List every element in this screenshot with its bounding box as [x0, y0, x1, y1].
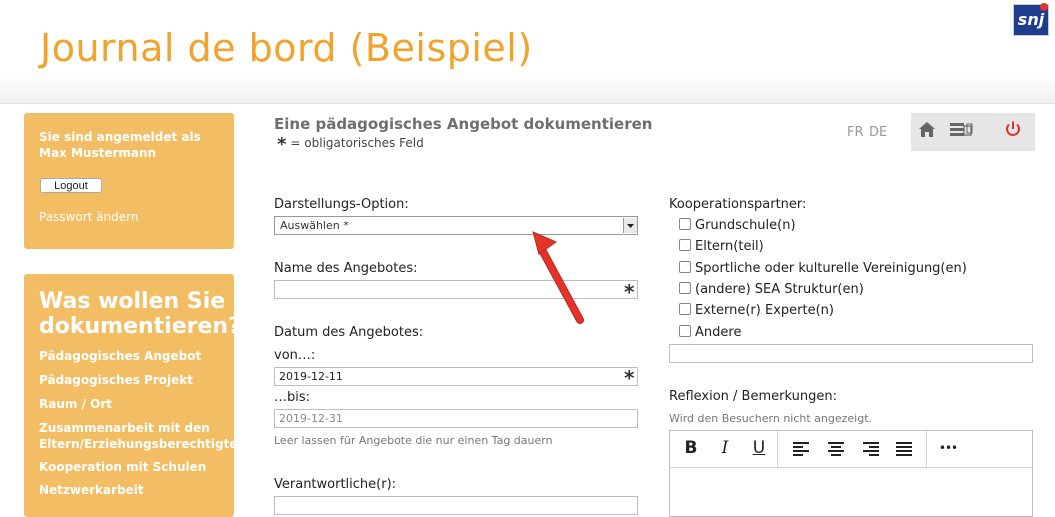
- annotation-arrow-icon: [532, 231, 584, 324]
- menu-item-angebot[interactable]: Pädagogisches Angebot: [39, 349, 234, 364]
- menu-item-eltern[interactable]: Zusammenarbeit mit den Eltern/Erziehungs…: [39, 420, 246, 452]
- cooperation-option[interactable]: Sportliche oder kulturelle Vereinigung(e…: [679, 261, 967, 276]
- checkbox[interactable]: [679, 261, 691, 273]
- select-arrow-icon[interactable]: [623, 218, 637, 233]
- checkbox[interactable]: [679, 239, 691, 251]
- checkbox[interactable]: [679, 325, 691, 337]
- date-to-input[interactable]: 2019-12-31: [274, 409, 638, 428]
- menu-title: Was wollen Sie dokumentieren?: [39, 289, 241, 339]
- checkbox[interactable]: [679, 303, 691, 315]
- login-status: Sie sind angemeldet als Max Mustermann: [39, 130, 201, 160]
- cooperation-option[interactable]: (andere) SEA Struktur(en): [679, 282, 864, 297]
- cooperation-option[interactable]: Externe(r) Experte(n): [679, 303, 834, 318]
- cooperation-label: Kooperationspartner:: [669, 197, 807, 212]
- required-note-text: = obligatorisches Feld: [290, 136, 424, 150]
- align-center-icon[interactable]: [827, 441, 845, 456]
- align-left-icon[interactable]: [793, 441, 811, 456]
- option-label: Andere: [695, 325, 742, 340]
- underline-button[interactable]: U: [749, 438, 769, 458]
- option-label: (andere) SEA Struktur(en): [695, 282, 864, 297]
- date-hint: Leer lassen für Angebote die nur einen T…: [274, 434, 553, 447]
- date-from-input[interactable]: 2019-12-11: [274, 367, 638, 386]
- option-label: Externe(r) Experte(n): [695, 303, 834, 318]
- home-icon[interactable]: [918, 121, 936, 138]
- name-required-marker: *: [624, 280, 635, 304]
- menu-item-raum[interactable]: Raum / Ort: [39, 397, 234, 412]
- lang-fr-link[interactable]: FR: [847, 125, 864, 140]
- change-password-link[interactable]: Passwort ändern: [39, 210, 138, 224]
- reflection-hint: Wird den Besuchern nicht angezeigt.: [669, 412, 873, 425]
- cooperation-option[interactable]: Grundschule(n): [679, 218, 796, 233]
- menu-item-netzwerk[interactable]: Netzwerkarbeit: [39, 483, 234, 498]
- option-label: Eltern(teil): [695, 239, 764, 254]
- lang-de-link[interactable]: DE: [869, 125, 887, 140]
- menu-item-projekt[interactable]: Pädagogisches Projekt: [39, 373, 234, 388]
- logo-dot-icon: [1040, 3, 1048, 11]
- option-label: Grundschule(n): [695, 218, 796, 233]
- checkbox[interactable]: [679, 282, 691, 294]
- reflection-label: Reflexion / Bemerkungen:: [669, 389, 837, 404]
- logout-button[interactable]: Logout: [40, 178, 102, 193]
- power-icon[interactable]: [1004, 120, 1022, 138]
- date-to-label: …bis:: [274, 390, 311, 405]
- italic-button[interactable]: I: [715, 438, 735, 458]
- section-title: Eine pädagogisches Angebot dokumentieren: [274, 115, 653, 133]
- checkbox[interactable]: [679, 218, 691, 230]
- required-note: * = obligatorisches Feld: [277, 134, 424, 155]
- option-label: Sportliche oder kulturelle Vereinigung(e…: [695, 261, 967, 276]
- list-copy-icon[interactable]: [949, 121, 973, 138]
- align-justify-icon[interactable]: [895, 441, 913, 456]
- toolbar-separator: [777, 431, 778, 467]
- responsible-input[interactable]: [274, 496, 638, 515]
- align-right-icon[interactable]: [861, 441, 879, 456]
- display-option-label: Darstellungs-Option:: [274, 197, 409, 212]
- more-options-button[interactable]: •••: [935, 441, 961, 455]
- cooperation-other-input[interactable]: [669, 344, 1033, 363]
- required-symbol: *: [277, 134, 287, 155]
- date-label: Datum des Angebotes:: [274, 325, 424, 340]
- cooperation-option[interactable]: Andere: [679, 325, 741, 340]
- toolbar-separator: [926, 431, 927, 467]
- name-label: Name des Angebotes:: [274, 261, 418, 276]
- date-from-required-marker: *: [624, 366, 635, 390]
- bold-button[interactable]: B: [681, 438, 701, 458]
- cooperation-option[interactable]: Eltern(teil): [679, 239, 764, 254]
- page-title: Journal de bord (Beispiel): [40, 26, 533, 70]
- date-from-label: von…:: [274, 348, 316, 363]
- menu-item-schulen[interactable]: Kooperation mit Schulen: [39, 460, 234, 475]
- responsible-label: Verantwortliche(r):: [274, 477, 397, 492]
